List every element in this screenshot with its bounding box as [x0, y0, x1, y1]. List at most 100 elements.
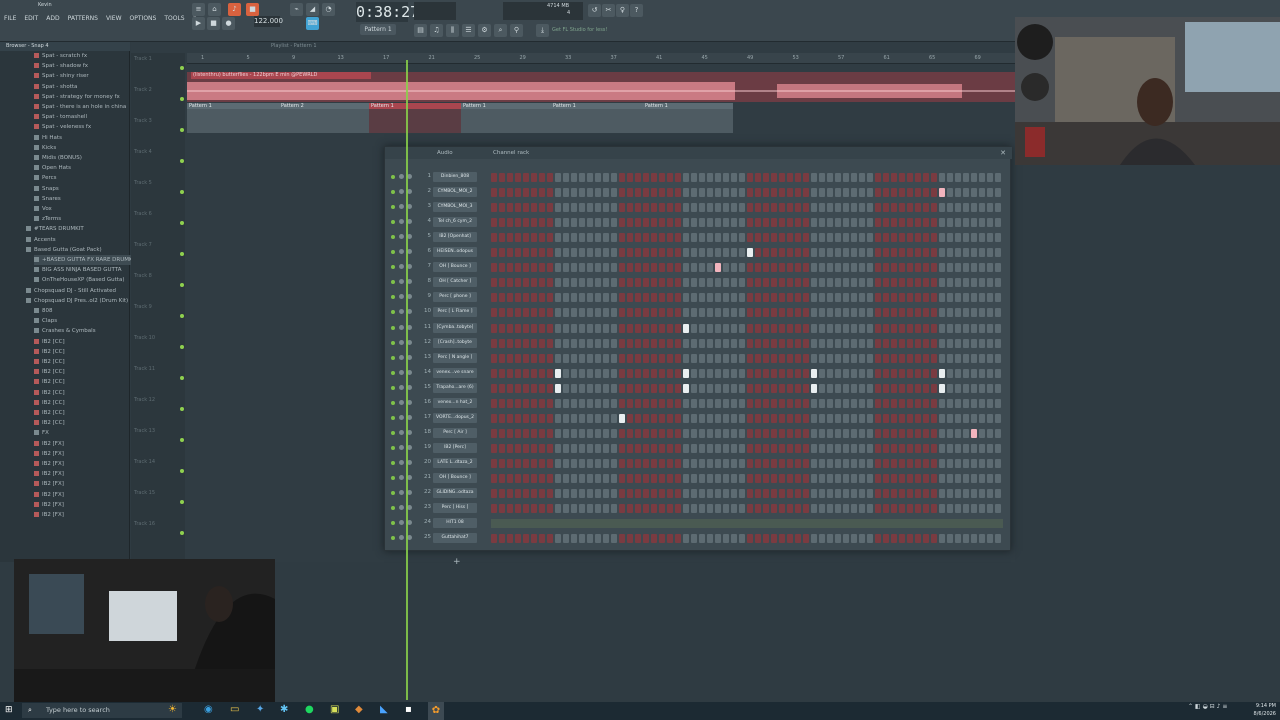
- step-button[interactable]: [499, 353, 505, 363]
- step-button[interactable]: [667, 308, 673, 318]
- step-button[interactable]: [603, 233, 609, 243]
- step-button[interactable]: [923, 248, 929, 258]
- step-button[interactable]: [859, 383, 865, 393]
- step-button[interactable]: [723, 383, 729, 393]
- step-button[interactable]: [923, 368, 929, 378]
- channel-name-button[interactable]: Guttahihat7: [433, 533, 477, 544]
- step-button[interactable]: [795, 458, 801, 468]
- step-button[interactable]: [859, 233, 865, 243]
- step-button[interactable]: [747, 188, 753, 198]
- step-button[interactable]: [755, 474, 761, 483]
- step-button[interactable]: [827, 218, 833, 228]
- step-button[interactable]: [667, 368, 673, 378]
- step-button[interactable]: [755, 233, 761, 243]
- step-button[interactable]: [835, 278, 841, 288]
- step-button[interactable]: [859, 308, 865, 318]
- step-button[interactable]: [763, 428, 769, 438]
- step-button[interactable]: [931, 534, 937, 544]
- step-button[interactable]: [651, 233, 657, 243]
- step-button[interactable]: [907, 474, 913, 483]
- step-button[interactable]: [635, 218, 641, 228]
- snap-icon[interactable]: ⌁: [290, 3, 303, 16]
- browser-item[interactable]: IB2 [CC]: [34, 367, 65, 377]
- step-button[interactable]: [883, 278, 889, 288]
- step-button[interactable]: [891, 383, 897, 393]
- step-button[interactable]: [579, 383, 585, 393]
- step-button[interactable]: [699, 428, 705, 438]
- step-button[interactable]: [843, 338, 849, 348]
- step-button[interactable]: [627, 203, 633, 213]
- step-button[interactable]: [571, 353, 577, 363]
- step-button[interactable]: [675, 323, 681, 333]
- step-button[interactable]: [859, 338, 865, 348]
- step-button[interactable]: [899, 474, 905, 483]
- step-button[interactable]: [595, 293, 601, 303]
- step-button[interactable]: [779, 188, 785, 198]
- step-button[interactable]: [955, 278, 961, 288]
- step-button[interactable]: [915, 263, 921, 273]
- step-button[interactable]: [603, 428, 609, 438]
- track-header[interactable]: Track 13: [131, 425, 185, 455]
- step-button[interactable]: [507, 218, 513, 228]
- step-button[interactable]: [851, 338, 857, 348]
- step-button[interactable]: [515, 474, 521, 483]
- step-button[interactable]: [963, 323, 969, 333]
- step-button[interactable]: [995, 504, 1001, 514]
- step-button[interactable]: [979, 353, 985, 363]
- step-button[interactable]: [899, 293, 905, 303]
- step-button[interactable]: [675, 173, 681, 182]
- step-button[interactable]: [851, 263, 857, 273]
- step-button[interactable]: [659, 218, 665, 228]
- step-button[interactable]: [651, 278, 657, 288]
- step-button[interactable]: [531, 474, 537, 483]
- step-button[interactable]: [571, 308, 577, 318]
- step-button[interactable]: [795, 218, 801, 228]
- step-button[interactable]: [931, 458, 937, 468]
- step-button[interactable]: [515, 173, 521, 182]
- step-button[interactable]: [899, 188, 905, 198]
- step-button[interactable]: [971, 383, 977, 393]
- channel-mute-led[interactable]: [391, 205, 395, 210]
- step-button[interactable]: [531, 188, 537, 198]
- step-button[interactable]: [795, 489, 801, 499]
- step-button[interactable]: [923, 504, 929, 514]
- typing-keyboard-icon[interactable]: ⌨: [306, 17, 319, 30]
- track-header[interactable]: Track 7: [131, 239, 185, 269]
- step-button[interactable]: [683, 308, 689, 318]
- step-button[interactable]: [723, 413, 729, 423]
- weather-icon[interactable]: ☀: [168, 704, 177, 715]
- step-button[interactable]: [851, 489, 857, 499]
- step-button[interactable]: [691, 188, 697, 198]
- step-button[interactable]: [699, 188, 705, 198]
- step-button[interactable]: [603, 263, 609, 273]
- step-button[interactable]: [835, 263, 841, 273]
- step-button[interactable]: [795, 248, 801, 258]
- step-button[interactable]: [939, 218, 945, 228]
- edge-browser-icon[interactable]: ◉: [204, 704, 213, 715]
- step-button[interactable]: [987, 263, 993, 273]
- step-button[interactable]: [915, 353, 921, 363]
- step-button[interactable]: [867, 443, 873, 453]
- step-button[interactable]: [987, 218, 993, 228]
- step-button[interactable]: [707, 443, 713, 453]
- step-button[interactable]: [907, 233, 913, 243]
- step-button[interactable]: [659, 383, 665, 393]
- channel-name-button[interactable]: IB2 [Perc]: [433, 442, 477, 453]
- step-button[interactable]: [995, 338, 1001, 348]
- step-button[interactable]: [771, 338, 777, 348]
- step-button[interactable]: [619, 413, 625, 423]
- step-button[interactable]: [643, 263, 649, 273]
- step-button[interactable]: [811, 398, 817, 408]
- step-button[interactable]: [795, 534, 801, 544]
- step-button[interactable]: [923, 338, 929, 348]
- step-button[interactable]: [603, 248, 609, 258]
- step-button[interactable]: [523, 534, 529, 544]
- step-button[interactable]: [707, 308, 713, 318]
- step-button[interactable]: [867, 248, 873, 258]
- step-button[interactable]: [779, 413, 785, 423]
- step-button[interactable]: [907, 428, 913, 438]
- step-button[interactable]: [563, 263, 569, 273]
- step-button[interactable]: [691, 278, 697, 288]
- step-button[interactable]: [963, 308, 969, 318]
- step-button[interactable]: [531, 413, 537, 423]
